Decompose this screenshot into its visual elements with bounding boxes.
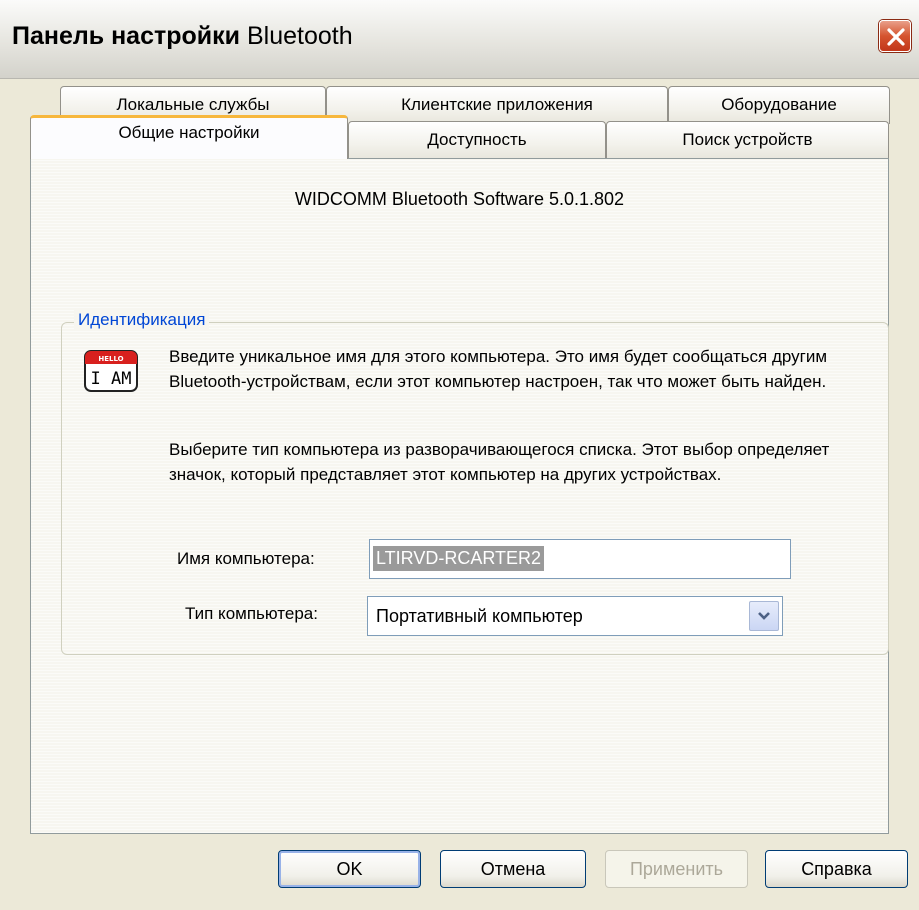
help-button[interactable]: Справка (765, 850, 908, 888)
dropdown-button[interactable] (749, 601, 779, 631)
tab-hardware[interactable]: Оборудование (668, 86, 890, 124)
computer-name-label: Имя компьютера: (177, 549, 315, 568)
tab-panel-general: WIDCOMM Bluetooth Software 5.0.1.802 Иде… (30, 158, 889, 834)
description-type: Выберите тип компьютера из разворачивающ… (169, 440, 830, 484)
bluetooth-settings-dialog: Панель настройки Bluetooth Локальные слу… (0, 0, 919, 910)
title-bar[interactable]: Панель настройки Bluetooth (0, 0, 919, 79)
computer-name-input[interactable]: LTIRVD-RCARTER2 (369, 539, 791, 579)
cancel-button[interactable]: Отмена (440, 850, 586, 888)
tab-device-discovery[interactable]: Поиск устройств (606, 121, 889, 159)
svg-text:HELLO: HELLO (98, 355, 123, 363)
hello-i-am-icon: HELLO I AM (81, 349, 141, 392)
chevron-down-icon (758, 612, 770, 620)
tab-accessibility[interactable]: Доступность (348, 121, 606, 159)
computer-type-label: Тип компьютера: (185, 604, 318, 623)
tab-client-applications[interactable]: Клиентские приложения (326, 86, 668, 124)
computer-type-value: Портативный компьютер (376, 606, 583, 626)
computer-type-select[interactable]: Портативный компьютер (367, 596, 783, 636)
description-name: Введите уникальное имя для этого компьют… (169, 347, 828, 391)
tab-general-settings[interactable]: Общие настройки (30, 115, 348, 159)
group-label: Идентификация (74, 310, 210, 330)
software-version: WIDCOMM Bluetooth Software 5.0.1.802 (294, 189, 625, 209)
ok-button[interactable]: OK (278, 850, 421, 888)
close-button[interactable] (879, 20, 911, 52)
window-title: Панель настройки Bluetooth (12, 22, 353, 50)
svg-text:I AM: I AM (91, 369, 132, 389)
computer-name-value: LTIRVD-RCARTER2 (373, 546, 545, 571)
close-icon (887, 28, 905, 46)
apply-button[interactable]: Применить (605, 850, 748, 888)
